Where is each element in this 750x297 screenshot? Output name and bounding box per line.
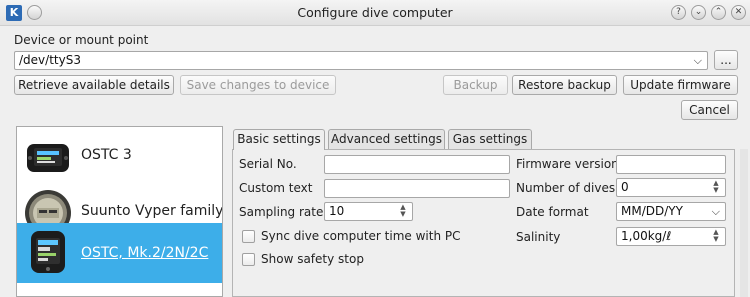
spin-arrows-icon[interactable]: ▲ ▼ [711,180,721,195]
spin-arrows-icon[interactable]: ▲ ▼ [398,204,408,219]
retrieve-details-button[interactable]: Retrieve available details [14,75,174,95]
tab-gas-settings[interactable]: Gas settings [448,129,532,149]
safety-stop-checkbox[interactable] [242,253,255,266]
device-item-ostc-mk2[interactable]: OSTC, Mk.2/2N/2C [17,223,222,283]
device-item-ostc3[interactable]: OSTC 3 [17,129,222,185]
chevron-down-icon: ⌵ [711,205,720,218]
device-name: OSTC, Mk.2/2N/2C [81,245,209,261]
chevron-down-icon: ⌵ [693,54,702,67]
device-value: /dev/ttyS3 [19,53,81,67]
minimize-button[interactable]: ⌃ [711,5,726,20]
cancel-button[interactable]: Cancel [681,100,738,120]
date-format-label: Date format [516,205,589,219]
device-name: OSTC 3 [81,147,132,163]
date-format-combo[interactable]: MM/DD/YY ⌵ [616,202,726,221]
device-name: Suunto Vyper family [81,203,223,219]
number-of-dives-label: Number of dives [516,181,616,195]
salinity-value: 1,00kg/ℓ [621,229,672,243]
vertical-scrollbar[interactable] [740,149,748,297]
browse-button[interactable]: ... [714,50,738,70]
number-of-dives-spinbox[interactable]: 0 ▲ ▼ [616,178,726,197]
sampling-rate-label: Sampling rate [239,205,324,219]
firmware-version-field[interactable] [616,155,726,174]
serial-field[interactable] [324,155,510,174]
device-label: Device or mount point [14,33,149,47]
window-title: Configure dive computer [297,5,453,20]
help-button[interactable]: ? [671,5,686,20]
salinity-label: Salinity [516,230,561,244]
shade-button[interactable]: ⌄ [691,5,706,20]
spin-arrows-icon[interactable]: ▲ ▼ [711,229,721,244]
custom-text-label: Custom text [239,181,313,195]
date-format-value: MM/DD/YY [621,204,683,218]
sync-time-label: Sync dive computer time with PC [261,229,461,243]
tab-advanced-settings[interactable]: Advanced settings [328,129,445,149]
update-firmware-button[interactable]: Update firmware [623,75,738,95]
device-list[interactable]: OSTC 3 Suunto Vyper family OSTC, Mk.2/2N… [16,126,223,297]
title-bar: K Configure dive computer ? ⌄ ⌃ ✕ [0,0,750,26]
restore-backup-button[interactable]: Restore backup [512,75,617,95]
sync-time-checkbox[interactable] [242,230,255,243]
number-of-dives-value: 0 [621,180,629,194]
firmware-version-label: Firmware version [516,157,619,171]
serial-label: Serial No. [239,157,297,171]
custom-text-field[interactable] [324,179,510,198]
sampling-rate-value: 10 [329,204,345,218]
salinity-spinbox[interactable]: 1,00kg/ℓ ▲ ▼ [616,227,726,246]
ostc3-device-icon [27,144,69,172]
safety-stop-label: Show safety stop [261,252,364,266]
save-to-device-button[interactable]: Save changes to device [180,75,336,95]
tab-basic-settings[interactable]: Basic settings [233,129,325,150]
device-combo[interactable]: /dev/ttyS3 ⌵ [14,51,708,70]
close-button[interactable]: ✕ [731,5,746,20]
sampling-rate-spinbox[interactable]: 10 ▲ ▼ [324,202,413,221]
ostc-mk2-device-icon [31,231,65,273]
backup-button[interactable]: Backup [443,75,508,95]
